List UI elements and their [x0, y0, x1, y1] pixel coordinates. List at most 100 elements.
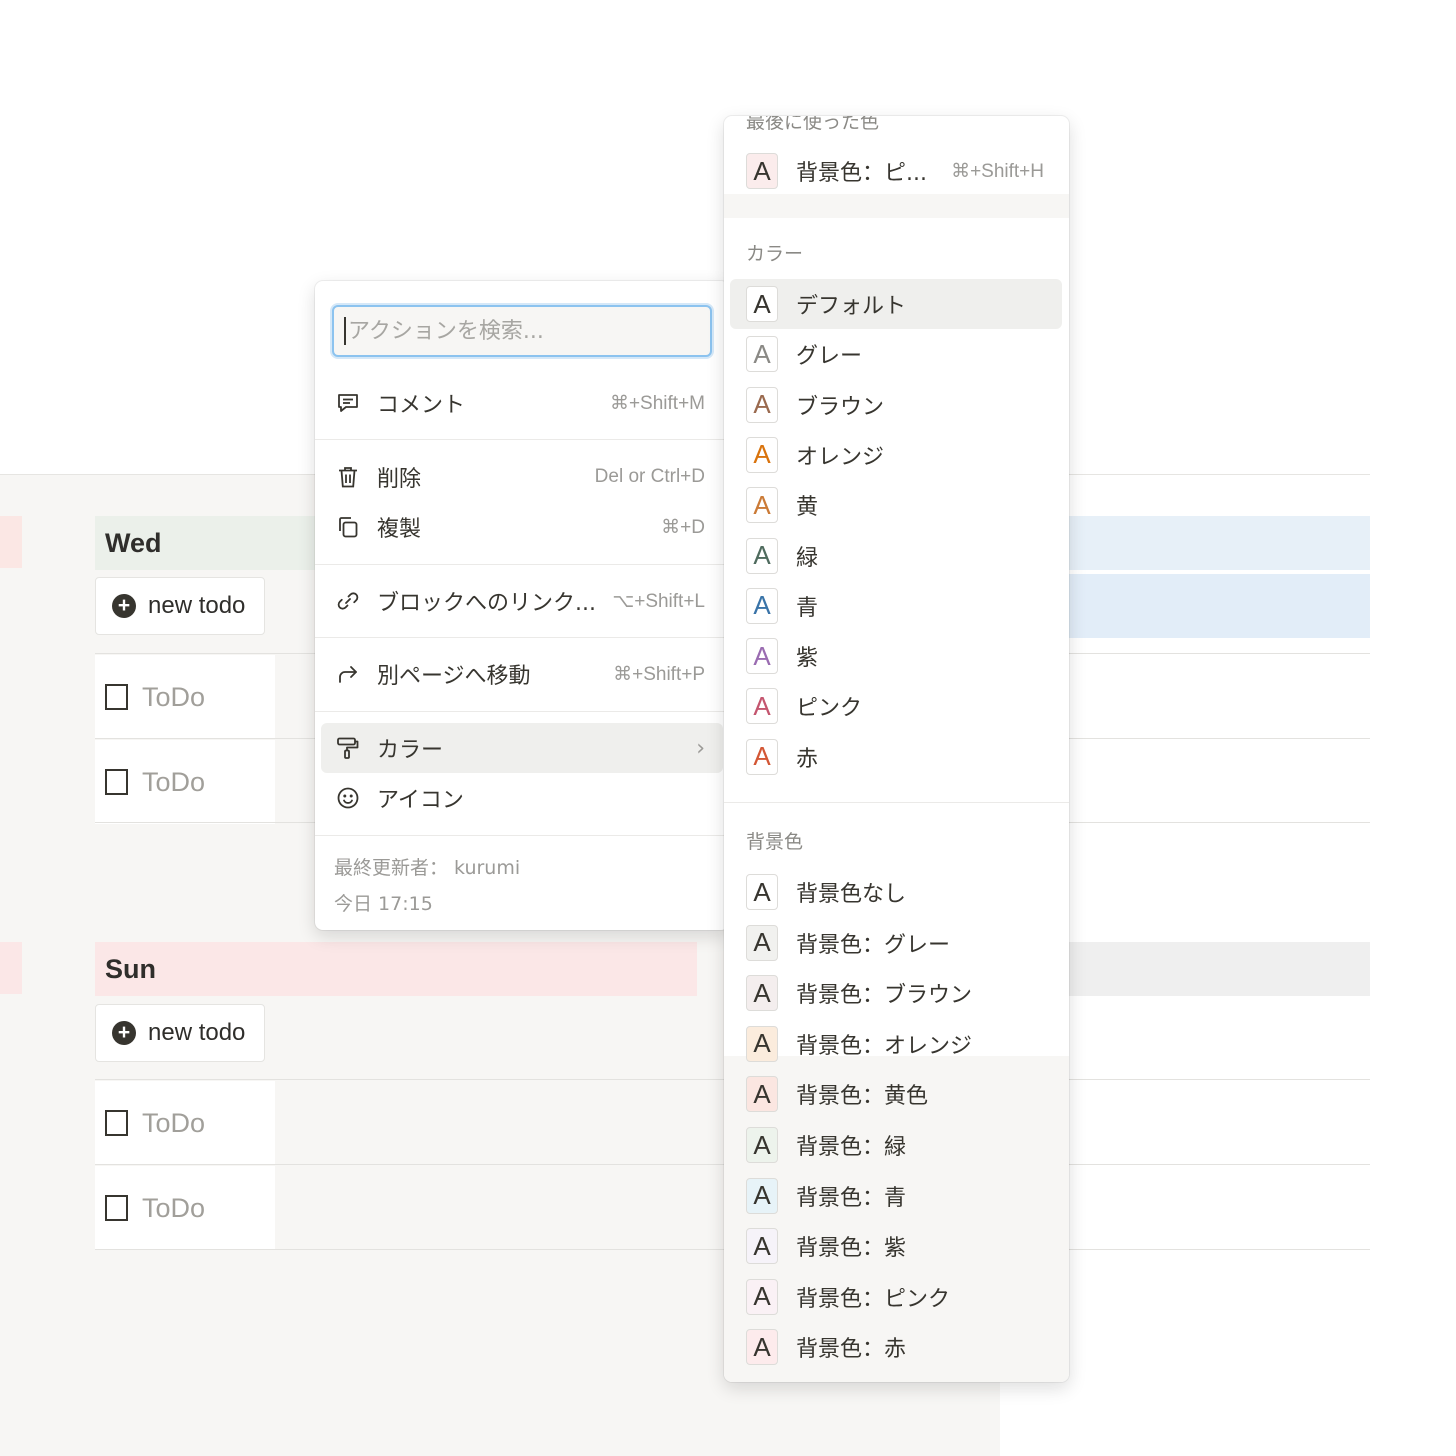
color-item-label: 背景色：緑	[796, 1135, 907, 1160]
color-swatch-icon: A	[746, 738, 778, 775]
right-column-header-strip	[1068, 942, 1370, 996]
submenu-divider	[724, 802, 1069, 803]
todo-card[interactable]: ToDo	[95, 1166, 275, 1250]
todo-card[interactable]: ToDo	[95, 740, 275, 824]
checkbox[interactable]	[105, 1110, 128, 1136]
column-header-sun[interactable]: Sun	[95, 942, 697, 996]
new-todo-button[interactable]: + new todo	[95, 577, 265, 635]
block-action-menu: コメント ⌘+Shift+M 削除 Del or Ctrl+D 複製 ⌘+D ブ…	[315, 281, 729, 930]
color-swatch-icon: A	[746, 874, 778, 910]
text-color-heading: カラー	[746, 243, 804, 265]
color-swatch-icon: A	[746, 1329, 778, 1366]
todo-label: ToDo	[142, 766, 206, 797]
color-item-label: 青	[796, 595, 819, 621]
todo-card[interactable]: ToDo	[95, 655, 275, 739]
menu-item-label: 別ページへ移動	[377, 664, 531, 689]
recent-color-item[interactable]: A 背景色：ピ... ⌘+Shift+H	[730, 146, 1062, 196]
color-item-label: 赤	[796, 746, 819, 772]
background-color-item[interactable]: A 背景色：ブラウン	[730, 968, 1062, 1018]
recent-colors-heading: 最後に使った色	[746, 116, 880, 133]
color-item-label: ピンク	[796, 696, 863, 722]
comment-icon	[335, 390, 361, 416]
color-item-label: 背景色：青	[796, 1185, 907, 1211]
menu-item-label: 複製	[377, 517, 422, 542]
background-color-item[interactable]: A 背景色：ピンク	[730, 1272, 1062, 1322]
color-item-label: 背景色：黄色	[796, 1084, 929, 1110]
color-item-label: オレンジ	[796, 444, 885, 470]
action-search-input[interactable]	[347, 318, 710, 344]
background-color-item[interactable]: A 背景色：緑	[730, 1120, 1062, 1170]
color-swatch-icon: A	[746, 1127, 778, 1163]
color-item-label: 背景色：ピンク	[796, 1286, 951, 1312]
new-todo-label: new todo	[148, 1019, 246, 1046]
color-swatch-icon: A	[746, 924, 778, 961]
background-color-item[interactable]: A 背景色：紫	[730, 1221, 1062, 1271]
color-swatch-icon: A	[746, 537, 778, 574]
color-swatch-icon: A	[746, 286, 778, 322]
menu-item-comment[interactable]: コメント ⌘+Shift+M	[321, 378, 723, 428]
color-swatch-icon: A	[746, 1177, 778, 1214]
menu-item-color[interactable]: カラー ›	[321, 723, 723, 773]
text-color-item[interactable]: A ピンク	[730, 681, 1062, 731]
color-swatch-icon: A	[746, 487, 778, 524]
todo-label: ToDo	[142, 1107, 206, 1138]
text-color-item[interactable]: A オレンジ	[730, 430, 1062, 480]
new-todo-button[interactable]: + new todo	[95, 1004, 265, 1062]
menu-item-shortcut: ⌥+Shift+L	[612, 590, 705, 612]
color-submenu: 最後に使った色 A 背景色：ピ... ⌘+Shift+H カラー A デフォルト A…	[724, 116, 1069, 1382]
todo-label: ToDo	[142, 1192, 206, 1223]
menu-item-label: コメント	[377, 393, 466, 418]
chevron-right-icon: ›	[696, 735, 705, 761]
menu-item-label: カラー	[377, 738, 444, 763]
text-color-item[interactable]: A赤	[730, 732, 1062, 782]
menu-divider	[315, 439, 729, 440]
color-swatch-icon: A	[746, 688, 778, 725]
menu-item-duplicate[interactable]: 複製 ⌘+D	[321, 502, 723, 552]
color-item-label: グレー	[796, 344, 863, 370]
checkbox[interactable]	[105, 1195, 128, 1221]
text-color-item[interactable]: A黄	[730, 480, 1062, 530]
text-color-item[interactable]: A デフォルト	[730, 279, 1062, 329]
color-item-label: 背景色：赤	[796, 1337, 907, 1363]
color-item-label: 背景色：ブラウン	[796, 983, 973, 1009]
checkbox[interactable]	[105, 769, 128, 795]
menu-item-shortcut: ⌘+Shift+M	[609, 392, 705, 414]
left-column-header-edge	[0, 516, 22, 568]
duplicate-icon	[335, 514, 361, 540]
plus-circle-icon: +	[112, 1021, 136, 1045]
text-color-item[interactable]: A紫	[730, 631, 1062, 681]
color-swatch-icon: A	[746, 153, 778, 189]
color-item-label: 背景色：ピ...	[796, 161, 927, 186]
color-swatch-icon: A	[746, 386, 778, 423]
color-item-label: 背景色：紫	[796, 1236, 907, 1262]
menu-item-shortcut: ⌘+D	[661, 516, 705, 538]
text-color-item[interactable]: A緑	[730, 531, 1062, 581]
column-title: Wed	[105, 527, 162, 558]
menu-item-copy-link[interactable]: ブロックへのリンク... ⌥+Shift+L	[321, 576, 723, 626]
checkbox[interactable]	[105, 684, 128, 710]
text-color-item[interactable]: A ブラウン	[730, 380, 1062, 430]
background-color-item[interactable]: A 背景色なし	[730, 867, 1062, 917]
link-icon	[335, 588, 361, 614]
trash-icon	[335, 464, 361, 490]
background-color-item[interactable]: A 背景色：オレンジ	[730, 1019, 1062, 1069]
paint-roller-icon	[335, 735, 361, 761]
menu-divider	[315, 637, 729, 638]
last-edited-time: 今日 17:15	[334, 893, 433, 915]
menu-item-icon[interactable]: アイコン	[321, 773, 723, 823]
background-color-item[interactable]: A 背景色：青	[730, 1171, 1062, 1221]
color-item-label: 背景色なし	[796, 882, 907, 907]
right-column-card-strip	[1068, 574, 1370, 638]
background-color-item[interactable]: A 背景色：赤	[730, 1322, 1062, 1372]
action-search-field[interactable]	[332, 305, 712, 357]
menu-item-move-to[interactable]: 別ページへ移動 ⌘+Shift+P	[321, 649, 723, 699]
submenu-section-band	[724, 194, 1069, 218]
color-item-label: ブラウン	[796, 394, 885, 420]
text-color-item[interactable]: A グレー	[730, 329, 1062, 379]
text-color-item[interactable]: A青	[730, 581, 1062, 631]
menu-item-delete[interactable]: 削除 Del or Ctrl+D	[321, 452, 723, 502]
todo-card[interactable]: ToDo	[95, 1081, 275, 1165]
menu-item-label: ブロックへのリンク...	[377, 591, 596, 616]
background-color-item[interactable]: A 背景色：黄色	[730, 1069, 1062, 1119]
background-color-item[interactable]: A 背景色：グレー	[730, 918, 1062, 968]
